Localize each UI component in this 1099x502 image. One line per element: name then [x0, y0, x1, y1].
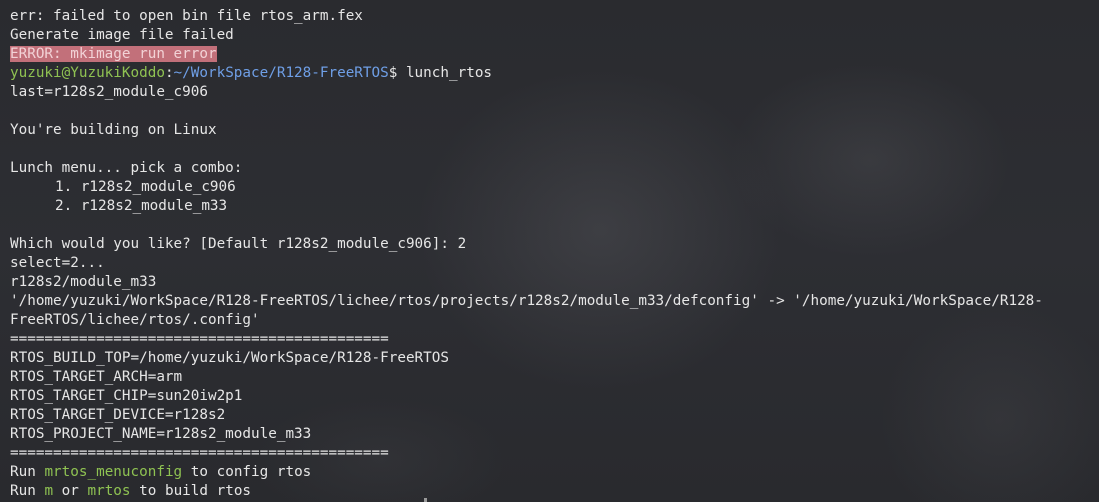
hint-prefix: Run: [10, 464, 45, 480]
menu-option-1: 1. r128s2_module_c906: [55, 179, 236, 195]
menuconfig-command: mrtos_menuconfig: [44, 464, 183, 480]
env-line: RTOS_TARGET_CHIP=sun20iw2p1: [10, 388, 243, 404]
env-line: RTOS_TARGET_DEVICE=r128s2: [10, 407, 226, 423]
output-line: Generate image file failed: [10, 27, 234, 43]
hint-middle: or: [53, 483, 88, 499]
separator-line: ========================================…: [10, 445, 389, 461]
terminal-output: err: failed to open bin file rtos_arm.fe…: [10, 7, 1093, 501]
output-line: last=r128s2_module_c906: [10, 84, 208, 100]
output-line: Lunch menu... pick a combo:: [10, 160, 243, 176]
output-line: You're building on Linux: [10, 122, 217, 138]
prompt-path: ~/WorkSpace/R128-FreeRTOS: [173, 65, 389, 81]
prompt-dollar: $: [388, 65, 406, 81]
prompt-user-host: yuzuki@YuzukiKoddo: [10, 65, 165, 81]
terminal-window[interactable]: err: failed to open bin file rtos_arm.fe…: [0, 0, 1099, 502]
output-line: Which would you like? [Default r128s2_mo…: [10, 236, 467, 252]
prompt-line: yuzuki@YuzukiKoddo:~/WorkSpace/R128-Free…: [10, 64, 1093, 83]
separator-line: ========================================…: [10, 331, 389, 347]
menu-option-2: 2. r128s2_module_m33: [55, 198, 228, 214]
hint-prefix: Run: [10, 483, 45, 499]
output-line: r128s2/module_m33: [10, 274, 157, 290]
hint-suffix: to build rtos: [130, 483, 252, 499]
text-cursor: [424, 498, 427, 502]
error-message-highlight: ERROR: mkimage run error: [10, 46, 217, 62]
mrtos-command: mrtos: [87, 483, 131, 499]
env-line: RTOS_PROJECT_NAME=r128s2_module_m33: [10, 426, 312, 442]
output-line: err: failed to open bin file rtos_arm.fe…: [10, 8, 363, 24]
hint-build-line: Run m or mrtos to build rtos: [10, 482, 1093, 501]
output-line: select=2...: [10, 255, 105, 271]
m-command: m: [44, 483, 54, 499]
prompt-command: lunch_rtos: [405, 65, 493, 81]
hint-config-line: Run mrtos_menuconfig to config rtos: [10, 463, 1093, 482]
output-line: FreeRTOS/lichee/rtos/.config': [10, 312, 260, 328]
env-line: RTOS_BUILD_TOP=/home/yuzuki/WorkSpace/R1…: [10, 350, 449, 366]
hint-suffix: to config rtos: [182, 464, 312, 480]
prompt-colon: :: [164, 65, 174, 81]
error-line: ERROR: mkimage run error: [10, 45, 1093, 64]
output-line: '/home/yuzuki/WorkSpace/R128-FreeRTOS/li…: [10, 293, 1043, 309]
env-line: RTOS_TARGET_ARCH=arm: [10, 369, 183, 385]
